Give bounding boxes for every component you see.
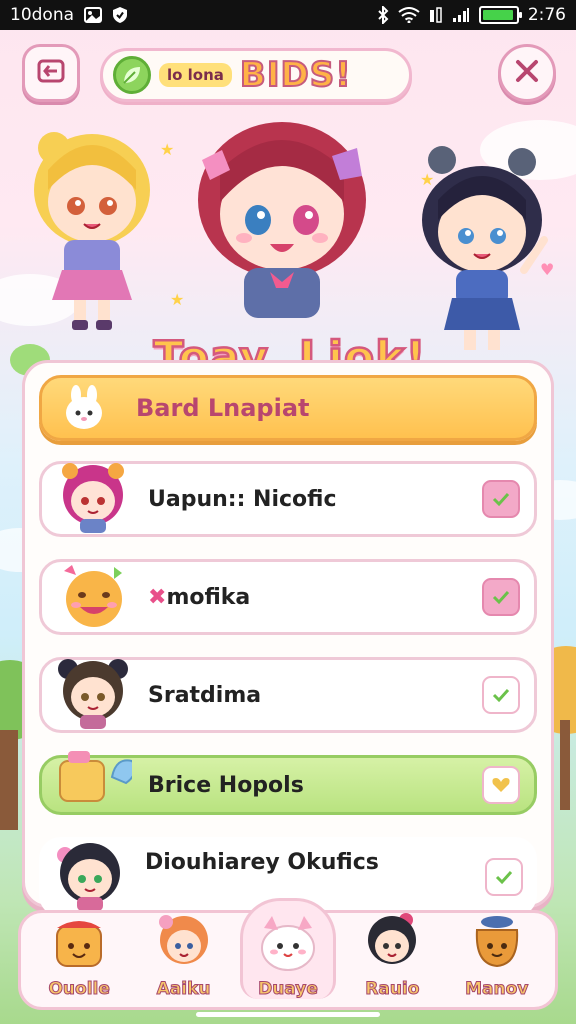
list-item-text: mofika — [166, 584, 251, 610]
check-icon — [492, 492, 510, 507]
status-time: 2:76 — [527, 5, 566, 25]
status-carrier-text: 10dona — [10, 5, 75, 25]
nav-item-ouolle[interactable]: Ouolle — [31, 909, 127, 1000]
blonde-chibi-character — [34, 132, 150, 330]
battery-icon — [478, 6, 522, 24]
toast-icon — [44, 909, 114, 975]
app-subtitle: lo lona — [159, 63, 232, 87]
brown-chibi-avatar — [54, 653, 132, 731]
nav-item-rauio[interactable]: Rauio — [344, 909, 440, 1000]
honey-pot-icon — [462, 909, 532, 975]
item-checkbox[interactable] — [482, 766, 520, 804]
list-item-label: ✖mofika — [148, 585, 482, 610]
redhair-chibi-character — [198, 122, 366, 318]
cell-signal-icon — [452, 7, 470, 23]
heart-icon — [492, 778, 510, 792]
darkhair-chibi-character — [422, 146, 548, 350]
item-checkbox[interactable] — [482, 676, 520, 714]
list-item-label: Uapun:: Nicofic — [148, 486, 337, 512]
nav-label: Manov — [465, 979, 529, 1000]
juice-cup-icon — [54, 738, 132, 816]
item-checkbox[interactable] — [482, 578, 520, 616]
nav-label: Ouolle — [48, 979, 110, 1000]
list-header-row[interactable]: Bard Lnapiat — [39, 375, 537, 441]
app-frame: lo lona BIDS! ★ ★ ★ ♥ Toay. Liok! Bard L… — [0, 30, 576, 1024]
item-checkbox[interactable] — [485, 858, 523, 896]
shield-icon — [112, 6, 128, 24]
list-item-label: Diouhiarey Okufics — [145, 849, 379, 875]
app-title-bar: lo lona BIDS! — [100, 48, 412, 102]
list-item[interactable]: Sratdima — [39, 657, 537, 733]
check-icon — [492, 590, 510, 605]
heart-icon: ✖ — [148, 584, 167, 610]
black-hair-girl-icon — [357, 909, 427, 975]
bottom-navigation: Ouolle Aaiku Duaye Rauio Manov — [18, 898, 558, 1010]
orange-girl-icon — [149, 909, 219, 975]
nav-item-aaiku[interactable]: Aaiku — [136, 909, 232, 1000]
list-item-label: Sratdima — [148, 682, 262, 708]
app-title: BIDS! — [239, 54, 352, 96]
data-signal-icon — [429, 7, 443, 23]
nav-item-manov[interactable]: Manov — [449, 909, 545, 1000]
status-bar: 10dona 2:76 — [0, 0, 576, 30]
list-item-label: Brice Hopols — [148, 772, 304, 798]
leaf-icon — [113, 56, 151, 94]
orange-creature-avatar — [54, 555, 132, 633]
check-icon — [495, 870, 513, 885]
list-header-label: Bard Lnapiat — [136, 394, 310, 422]
pink-chibi-avatar — [54, 457, 132, 535]
character-list-panel: Bard Lnapiat Uapun:: Nicofic ✖mofika Sra… — [22, 360, 554, 917]
item-checkbox[interactable] — [482, 480, 520, 518]
nav-label: Aaiku — [156, 979, 211, 1000]
back-button[interactable] — [22, 44, 80, 102]
list-item[interactable]: Uapun:: Nicofic — [39, 461, 537, 537]
close-icon — [513, 57, 541, 89]
white-bunny-icon — [253, 909, 323, 975]
nav-label: Rauio — [365, 979, 420, 1000]
nav-item-duaye[interactable]: Duaye — [239, 898, 336, 1000]
check-icon — [492, 688, 510, 703]
star-icon: ★ — [160, 140, 175, 159]
wifi-icon — [398, 7, 420, 23]
darkgreen-chibi-avatar — [51, 835, 129, 913]
gallery-icon — [84, 7, 103, 23]
hero-banner: ★ ★ ★ ♥ Toay. Liok! — [0, 110, 576, 400]
list-item-highlighted[interactable]: Brice Hopols — [39, 751, 537, 815]
home-indicator[interactable] — [196, 1012, 380, 1017]
back-icon — [36, 56, 66, 90]
bluetooth-icon — [377, 6, 389, 24]
nav-label: Duaye — [258, 979, 319, 1000]
bunny-icon — [54, 378, 114, 438]
list-item[interactable]: ✖mofika — [39, 559, 537, 635]
close-button[interactable] — [498, 44, 556, 102]
